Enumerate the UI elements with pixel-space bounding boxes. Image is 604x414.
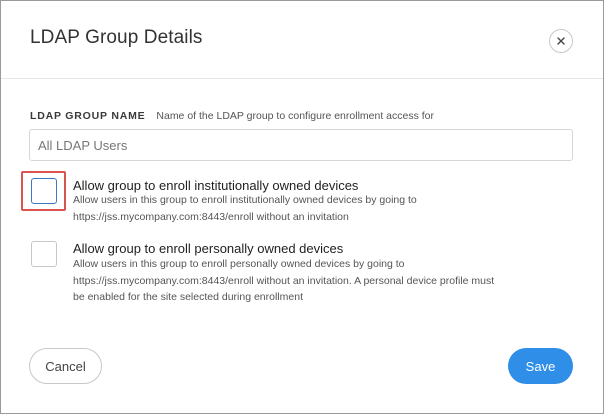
institutional-desc-line-1: Allow users in this group to enroll inst… (73, 194, 417, 206)
close-icon (557, 37, 565, 45)
personal-devices-description: Allow users in this group to enroll pers… (73, 256, 573, 306)
personal-desc-line-3: be enabled for the site selected during … (73, 291, 303, 303)
group-name-label-row: LDAP GROUP NAME Name of the LDAP group t… (30, 110, 434, 122)
institutional-devices-description: Allow users in this group to enroll inst… (73, 192, 573, 225)
personal-desc-line-2: https://jss.mycompany.com:8443/enroll wi… (73, 274, 495, 287)
personal-devices-title: Allow group to enroll personally owned d… (73, 241, 344, 256)
personal-devices-checkbox[interactable] (31, 241, 57, 267)
save-button[interactable]: Save (508, 348, 573, 384)
group-name-help: Name of the LDAP group to configure enro… (156, 110, 435, 122)
cancel-button[interactable]: Cancel (29, 348, 102, 384)
dialog-header: LDAP Group Details (1, 1, 603, 79)
ldap-group-name-input[interactable] (29, 129, 573, 161)
group-name-label: LDAP GROUP NAME (30, 110, 146, 122)
institutional-devices-title: Allow group to enroll institutionally ow… (73, 178, 359, 193)
close-button[interactable] (549, 29, 573, 53)
institutional-desc-line-2: https://jss.mycompany.com:8443/enroll wi… (73, 210, 349, 223)
institutional-devices-checkbox[interactable] (31, 178, 57, 204)
dialog-title: LDAP Group Details (30, 27, 203, 48)
personal-desc-line-1: Allow users in this group to enroll pers… (73, 258, 405, 270)
ldap-group-details-dialog: LDAP Group Details LDAP GROUP NAME Name … (0, 0, 604, 414)
